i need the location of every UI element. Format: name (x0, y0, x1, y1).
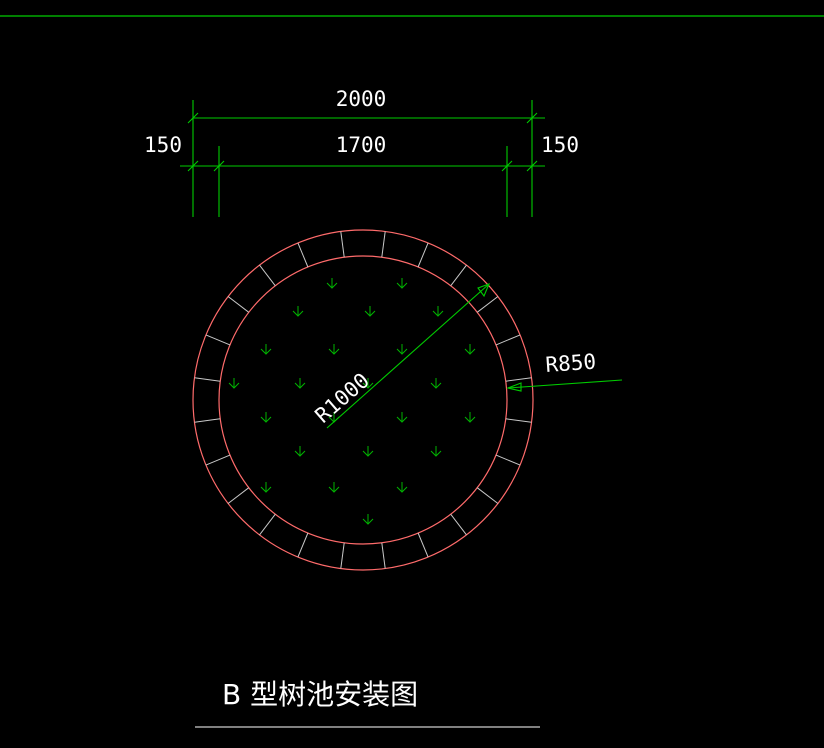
segment-joint-line (495, 334, 521, 346)
segment-joint-line (205, 454, 231, 466)
segment-joint-line (450, 264, 467, 287)
segment-joint-line (297, 242, 309, 268)
ring-segment-joints (194, 231, 532, 569)
radius-outer-label: R1000 (311, 368, 374, 428)
arrow-down-icon (364, 306, 376, 317)
arrow-down-icon (396, 482, 408, 493)
arrow-down-icon (362, 446, 374, 457)
segment-joint-line (340, 231, 345, 258)
dimension-group (180, 100, 545, 217)
inner-ring-circle (218, 255, 508, 545)
arrow-down-icon (430, 446, 442, 457)
segment-joint-line (505, 377, 532, 382)
segment-joint-line (297, 532, 309, 558)
segment-joint-line (476, 487, 499, 504)
arrow-down-icon (430, 378, 442, 389)
dimension-inner-label: 1700 (336, 133, 387, 157)
drawing-title: B 型树池安装图 (222, 678, 418, 711)
radius-inner-label: R850 (545, 350, 597, 377)
segment-joint-line (417, 242, 429, 268)
arrow-down-icon (294, 446, 306, 457)
arrow-down-icon (328, 344, 340, 355)
segment-joint-line (340, 542, 345, 569)
segment-joint-line (194, 377, 221, 382)
arrow-down-icon (328, 482, 340, 493)
arrow-down-icon (362, 514, 374, 525)
arrow-down-icon (292, 306, 304, 317)
segment-joint-line (205, 334, 231, 346)
segment-joint-line (505, 418, 532, 423)
tree-pit-drawing: 2000 1700 150 150 R1000 R850 B 型树池安装图 (0, 15, 824, 728)
segment-joint-line (450, 513, 467, 536)
segment-joint-line (227, 487, 250, 504)
arrow-down-icon (294, 378, 306, 389)
dimension-left-border-label: 150 (144, 133, 182, 157)
segment-joint-line (227, 296, 250, 313)
arrow-down-icon (228, 378, 240, 389)
segment-joint-line (476, 296, 499, 313)
segment-joint-line (381, 542, 386, 569)
arrow-down-icon (396, 278, 408, 289)
arrow-down-icon (464, 412, 476, 423)
arrow-down-icon (464, 344, 476, 355)
dimension-overall-label: 2000 (336, 87, 387, 111)
segment-joint-line (381, 231, 386, 258)
segment-joint-line (194, 418, 221, 423)
arrow-down-icon (260, 344, 272, 355)
arrow-down-icon (260, 482, 272, 493)
segment-joint-line (417, 532, 429, 558)
arrow-down-icon (326, 278, 338, 289)
arrow-down-icon (260, 412, 272, 423)
segment-joint-line (259, 513, 276, 536)
segment-joint-line (259, 264, 276, 287)
dimension-right-border-label: 150 (541, 133, 579, 157)
arrow-down-icon (396, 412, 408, 423)
arrow-down-icon (396, 344, 408, 355)
segment-joint-line (495, 454, 521, 466)
arrow-down-icon (432, 306, 444, 317)
